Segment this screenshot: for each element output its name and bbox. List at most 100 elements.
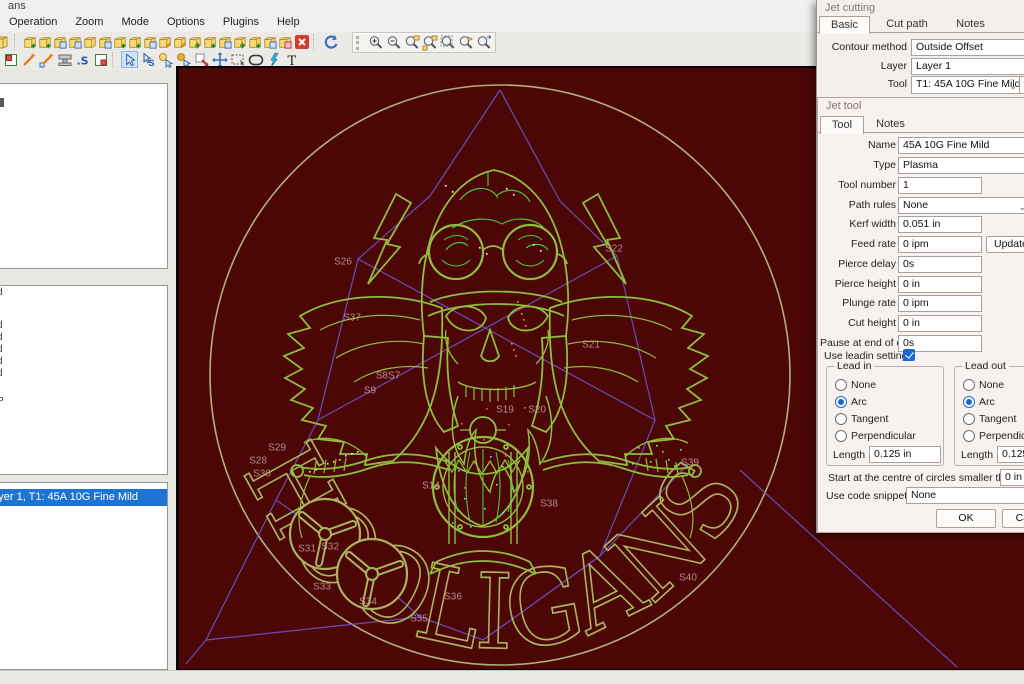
export-file-icon[interactable] (38, 51, 55, 68)
lead-out-radio-arc[interactable]: Arc (963, 396, 995, 408)
panel-text-fragment (0, 98, 4, 107)
clipped-edge-icon[interactable] (0, 33, 9, 50)
goggles (419, 225, 567, 279)
zoom-previous-icon[interactable] (475, 34, 492, 51)
save-job-icon[interactable] (53, 33, 67, 50)
zoom-all-icon[interactable] (421, 34, 438, 51)
operations-panel[interactable]: ddddddP (0, 285, 168, 475)
add-operation-icon[interactable] (113, 33, 127, 50)
cut-height-label: Cut height (820, 317, 896, 329)
truncated-list-text: d (0, 368, 3, 379)
truncated-list-text: d (0, 344, 3, 355)
selected-layer-tool-item[interactable]: Layer 1, T1: 45A 10G Fine Mild (0, 489, 167, 506)
ungroup-operations-icon[interactable] (218, 33, 232, 50)
menu-plugins[interactable]: Plugins (214, 13, 268, 30)
zoom-part-icon[interactable] (457, 34, 474, 51)
cut-height-field[interactable]: 0 in (898, 315, 982, 332)
select-contour-icon[interactable]: S (139, 51, 156, 68)
lead-in-radio-perpendicular[interactable]: Perpendicular (835, 430, 916, 442)
path-rules-field[interactable]: None⌄ (898, 197, 1024, 214)
move-operation-down-icon[interactable] (173, 33, 187, 50)
copy-operation-icon[interactable] (98, 33, 112, 50)
tool-field[interactable]: T1: 45A 10G Fine Mild⌄ (911, 76, 1021, 94)
use-leadin-checkbox[interactable] (903, 349, 915, 361)
import-file-icon[interactable] (20, 51, 37, 68)
lead-in-radio-arc[interactable]: Arc (835, 396, 867, 408)
lead-out-length-field[interactable]: 0.125 in (997, 446, 1024, 463)
link-operations-icon[interactable] (233, 33, 247, 50)
lead-in-radio-none[interactable]: None (835, 379, 876, 391)
new-job-icon[interactable] (23, 33, 37, 50)
name-label: Name (820, 139, 896, 151)
group-operations-icon[interactable] (203, 33, 217, 50)
jet-cutting-tab-cut-path[interactable]: Cut path (872, 16, 942, 32)
jet-tool-tab-tool[interactable]: Tool (820, 116, 864, 134)
layer-field[interactable]: Layer 1 (911, 58, 1024, 75)
pierce-delay-label: Pierce delay (820, 258, 896, 270)
lead-in-radio-tangent[interactable]: Tangent (835, 413, 888, 425)
lead-out-radio-tangent[interactable]: Tangent (963, 413, 1016, 425)
svg-text:S: S (148, 58, 154, 68)
tool-edit-button[interactable] (1019, 76, 1024, 94)
contour-mode-icon[interactable] (92, 51, 109, 68)
open-job-icon[interactable] (38, 33, 52, 50)
lead-out-radio-none[interactable]: None (963, 379, 1004, 391)
truncated-list-text: d (0, 356, 3, 367)
circle-start-field[interactable]: 0 in (1000, 469, 1024, 486)
zoom-out-icon[interactable] (385, 34, 402, 51)
name-field[interactable]: 45A 10G Fine Mild (898, 137, 1024, 154)
jet-cutting-tab-basic[interactable]: Basic (819, 16, 870, 34)
delete-operation-icon[interactable] (293, 33, 310, 50)
plunge-rate-label: Plunge rate (820, 297, 896, 309)
zoom-selection-icon[interactable] (403, 34, 420, 51)
layer-label: Layer (819, 60, 907, 72)
menu-help[interactable]: Help (268, 13, 309, 30)
import-drawing-icon[interactable] (68, 33, 82, 50)
duplicate-operation-icon[interactable] (143, 33, 157, 50)
lead-out-length-label: Length (961, 449, 993, 461)
layers-tools-panel[interactable]: Layer 1, T1: 45A 10G Fine Mild (0, 482, 168, 670)
operation-properties-icon[interactable] (263, 33, 277, 50)
post-process-icon[interactable] (278, 33, 292, 50)
left-lightning-bolt (368, 194, 411, 284)
edit-operation-icon[interactable] (188, 33, 202, 50)
pierce-height-field[interactable]: 0 in (898, 276, 982, 293)
tool-number-field[interactable]: 1 (898, 177, 982, 194)
refresh-operations-icon[interactable] (248, 33, 262, 50)
move-operation-up-icon[interactable] (158, 33, 172, 50)
pierce-delay-field[interactable]: 0s (898, 256, 982, 273)
jet-cutting-dialog: Jet cutting BasicCut pathNotes Contour m… (816, 0, 1024, 533)
dialog-title: Jet cutting (825, 2, 875, 14)
contour-method-field[interactable]: Outside Offset (911, 39, 1024, 56)
menu-mode[interactable]: Mode (112, 13, 158, 30)
jet-cutting-tab-notes[interactable]: Notes (946, 16, 995, 32)
code-snippet-field[interactable]: None (906, 487, 1024, 504)
feed-rate-field[interactable]: 0 ipm (898, 236, 982, 253)
lead-in-length-field[interactable]: 0.125 in (869, 446, 941, 463)
lead-out-radio-perpendicular[interactable]: Perpendicular (963, 430, 1024, 442)
plunge-rate-field[interactable]: 0 ipm (898, 295, 982, 312)
zoom-window-icon[interactable] (439, 34, 456, 51)
right-wing (550, 297, 708, 465)
undo-icon[interactable] (322, 33, 339, 50)
cancel-button[interactable]: Cancel (1002, 509, 1024, 528)
snap-settings-icon[interactable]: .S (74, 51, 91, 68)
run-machine-icon[interactable] (56, 51, 73, 68)
zoom-in-icon[interactable] (367, 34, 384, 51)
insert-operation-icon[interactable] (128, 33, 142, 50)
kerf-width-field[interactable]: 0.051 in (898, 216, 982, 233)
menu-zoom[interactable]: Zoom (66, 13, 112, 30)
select-cursor-icon[interactable] (121, 51, 138, 68)
parts-panel[interactable] (0, 83, 168, 269)
code-snippet-label: Use code snippet (826, 490, 902, 502)
insert-drawing-icon[interactable] (83, 33, 97, 50)
part-mode-icon[interactable] (2, 51, 19, 68)
ok-button[interactable]: OK (936, 509, 996, 528)
edit-contour-icon[interactable] (157, 51, 174, 68)
menu-options[interactable]: Options (158, 13, 214, 30)
jet-tool-tab-notes[interactable]: Notes (866, 116, 915, 132)
type-field[interactable]: Plasma (898, 157, 1024, 174)
menu-operation[interactable]: Operation (0, 13, 66, 30)
update-operations-button[interactable]: Update operations (986, 236, 1024, 253)
lead-out-group: Lead out NoneArcTangentPerpendicular Len… (954, 366, 1024, 466)
